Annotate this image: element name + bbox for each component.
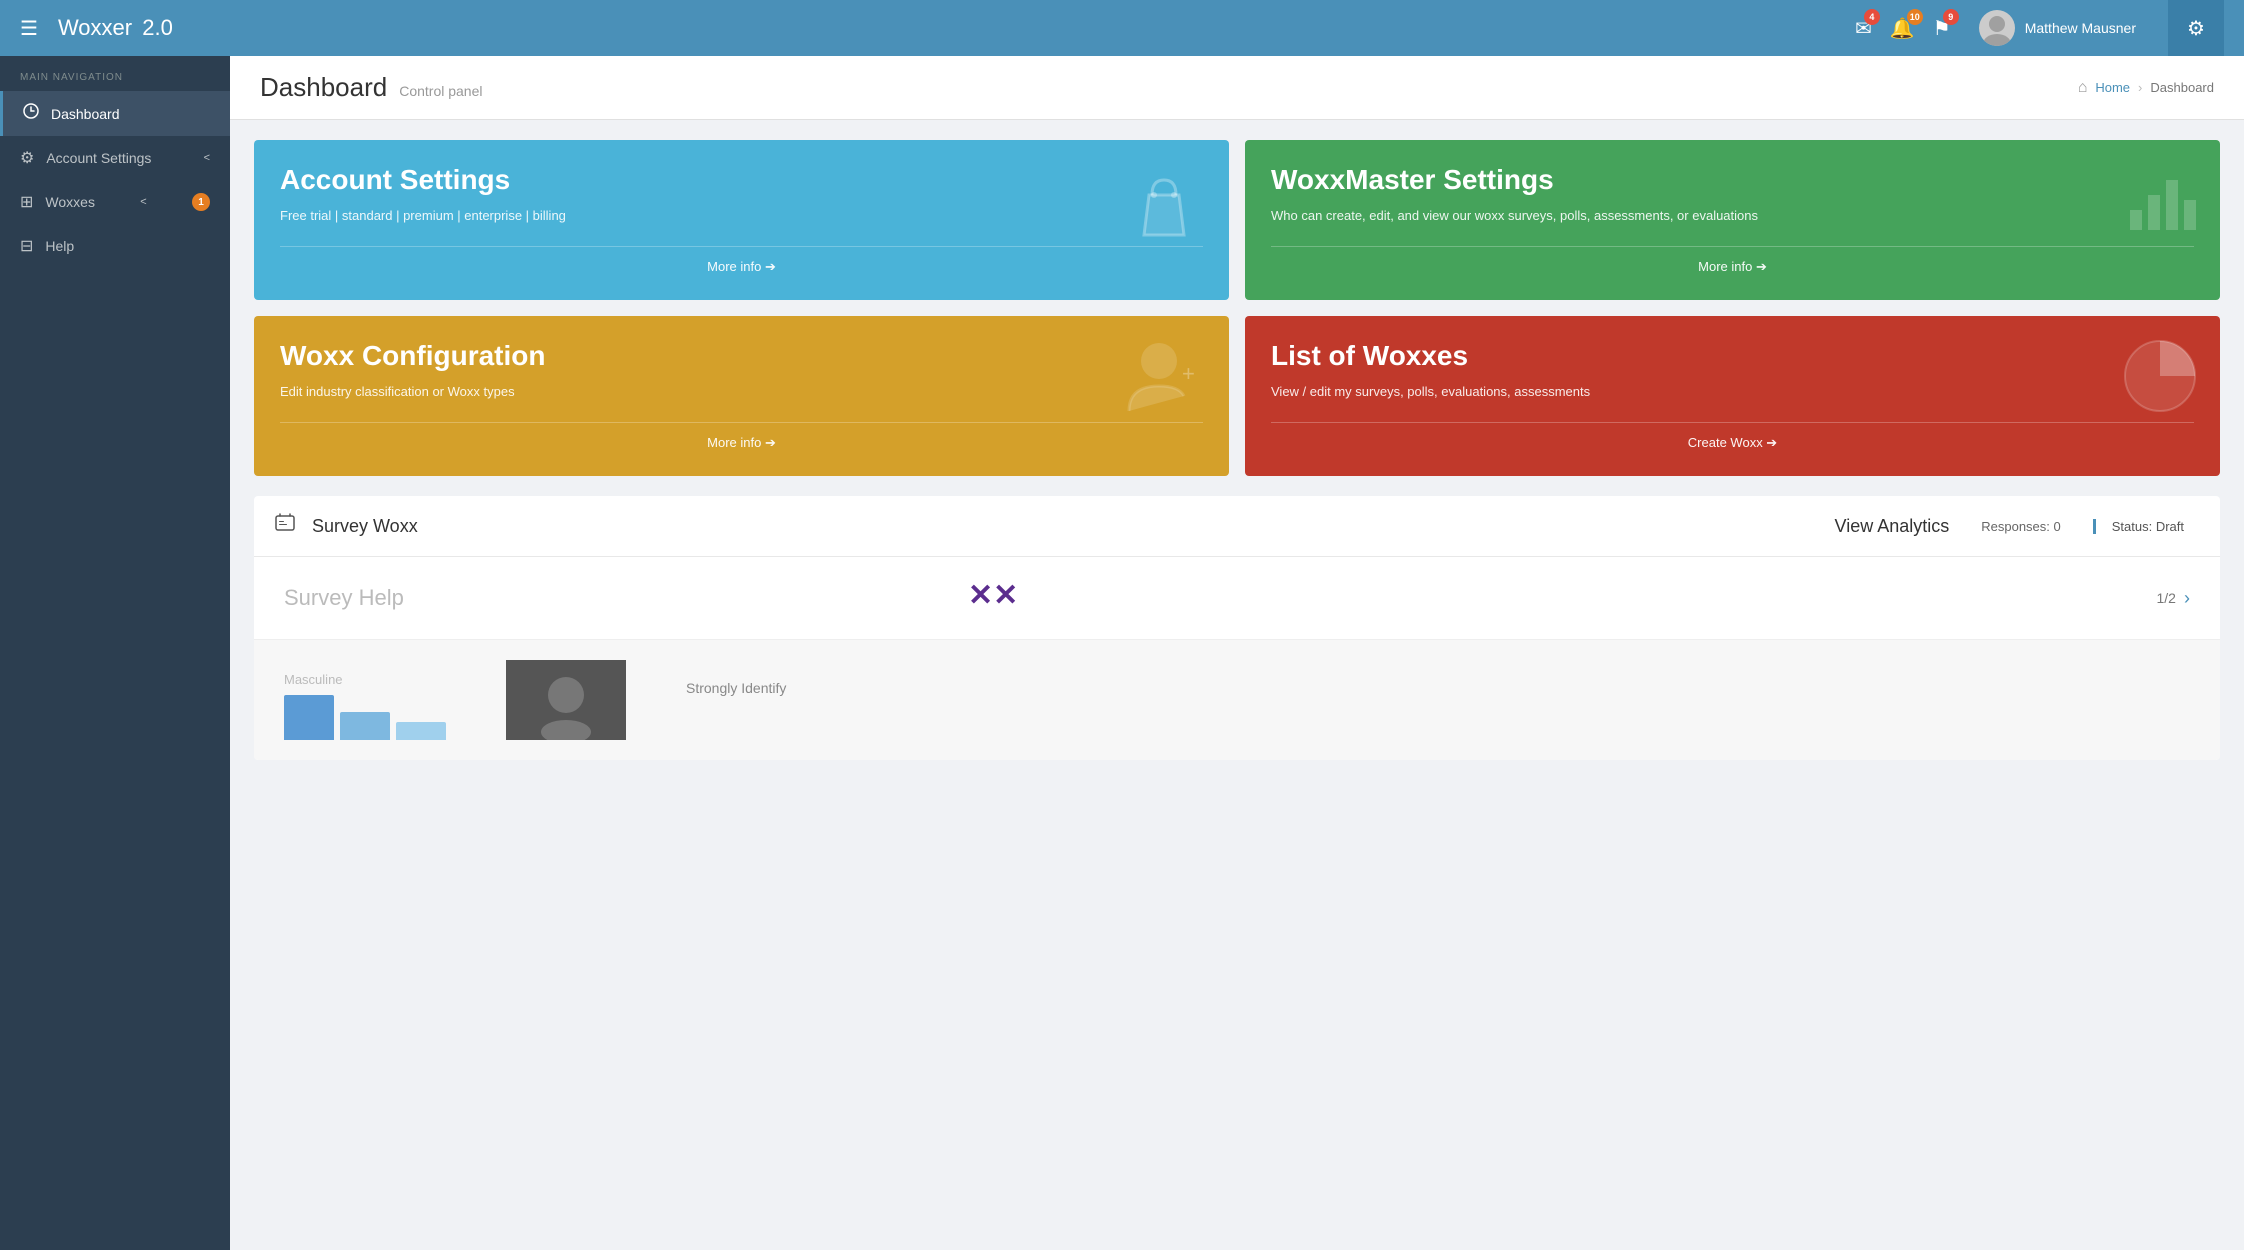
sidebar-label-dashboard: Dashboard — [51, 106, 120, 122]
card-woxx-config-desc: Edit industry classification or Woxx typ… — [280, 382, 880, 402]
card-list-woxxes-title: List of Woxxes — [1271, 340, 2194, 372]
card-woxx-configuration[interactable]: Woxx Configuration Edit industry classif… — [254, 316, 1229, 476]
card-woxxmaster-footer[interactable]: More info ➔ — [1271, 246, 2194, 287]
help-icon: ⊟ — [20, 236, 33, 256]
card-woxxmaster-settings[interactable]: WoxxMaster Settings Who can create, edit… — [1245, 140, 2220, 300]
username: Matthew Mausner — [2025, 20, 2136, 36]
card-woxx-config-footer[interactable]: More info ➔ — [280, 422, 1203, 463]
bar-chart — [284, 695, 446, 740]
svg-text:✕✕: ✕✕ — [968, 579, 1018, 612]
card-woxx-config-title: Woxx Configuration — [280, 340, 1203, 372]
person-icon: + — [1124, 336, 1209, 440]
card-account-settings[interactable]: Account Settings Free trial | standard |… — [254, 140, 1229, 300]
pie-icon — [2120, 336, 2200, 435]
avatar — [1979, 10, 2015, 46]
mail-badge: 4 — [1864, 9, 1880, 25]
card-list-of-woxxes[interactable]: List of Woxxes View / edit my surveys, p… — [1245, 316, 2220, 476]
sidebar-item-woxxes[interactable]: ⊞ Woxxes < 1 — [0, 180, 230, 224]
card-woxxmaster-title: WoxxMaster Settings — [1271, 164, 2194, 196]
bell-badge: 10 — [1907, 9, 1923, 25]
flag-badge: 9 — [1943, 9, 1959, 25]
main-content: Dashboard Control panel ⌂ Home › Dashboa… — [230, 56, 2244, 1250]
page-navigation: 1/2 › — [2157, 588, 2190, 609]
breadcrumb-separator: › — [2138, 80, 2142, 95]
card-list-woxxes-desc: View / edit my surveys, polls, evaluatio… — [1271, 382, 1871, 402]
sidebar-item-dashboard[interactable]: Dashboard — [0, 91, 230, 136]
breadcrumb-current: Dashboard — [2150, 80, 2214, 95]
dashboard-icon — [23, 103, 39, 124]
survey-body: Survey Help ✕✕ 1/2 › Masculine — [254, 557, 2220, 760]
svg-text:+: + — [1182, 361, 1195, 386]
settings-icon: ⚙ — [20, 148, 34, 168]
bar-3 — [396, 722, 446, 740]
breadcrumb: ⌂ Home › Dashboard — [2078, 79, 2214, 97]
survey-header: Survey Woxx View Analytics Responses: 0 … — [254, 496, 2220, 557]
next-page-arrow[interactable]: › — [2184, 588, 2190, 609]
sidebar-section-label: MAIN NAVIGATION — [0, 56, 230, 91]
card-account-settings-title: Account Settings — [280, 164, 1203, 196]
view-analytics-button[interactable]: View Analytics — [1835, 516, 1950, 537]
bar-2 — [340, 712, 390, 740]
app-version: 2.0 — [142, 15, 173, 40]
bar-chart-label: Masculine — [284, 672, 446, 687]
main-header: Dashboard Control panel ⌂ Home › Dashboa… — [230, 56, 2244, 120]
app-name: Woxxer — [58, 15, 132, 40]
user-menu[interactable]: Matthew Mausner — [1979, 10, 2136, 46]
sidebar-label-help: Help — [45, 238, 74, 254]
chevron-icon: < — [204, 152, 210, 164]
woxx-logo: ✕✕ — [968, 577, 1028, 619]
bag-icon — [1119, 160, 1209, 269]
survey-responses: Responses: 0 — [1965, 519, 2077, 534]
grid-icon: ⊞ — [20, 192, 33, 212]
topbar: ☰ Woxxer 2.0 ✉ 4 🔔 10 ⚑ 9 Matthew Mausne… — [0, 0, 2244, 56]
flag-icon-wrap[interactable]: ⚑ 9 — [1933, 16, 1951, 41]
bar-chart-area: Masculine — [284, 672, 446, 740]
card-account-settings-desc: Free trial | standard | premium | enterp… — [280, 206, 880, 226]
woxxes-badge: 1 — [192, 193, 210, 211]
app-logo: Woxxer 2.0 — [58, 15, 173, 41]
survey-content-area: Masculine Stron — [254, 640, 2220, 760]
topbar-icons: ✉ 4 🔔 10 ⚑ 9 Matthew Mausner ⚙ — [1855, 0, 2224, 56]
sidebar-label-account-settings: Account Settings — [46, 150, 151, 166]
sidebar-label-woxxes: Woxxes — [45, 194, 95, 210]
breadcrumb-home[interactable]: Home — [2095, 80, 2130, 95]
strongly-identify-label: Strongly Identify — [686, 660, 786, 696]
survey-image-placeholder — [506, 660, 626, 740]
home-icon: ⌂ — [2078, 79, 2088, 97]
menu-icon[interactable]: ☰ — [20, 16, 38, 41]
woxxes-chevron-icon: < — [140, 196, 146, 208]
sidebar-item-help[interactable]: ⊟ Help — [0, 224, 230, 268]
mail-icon-wrap[interactable]: ✉ 4 — [1855, 16, 1872, 41]
survey-title: Survey Woxx — [312, 516, 1819, 537]
survey-body-header: Survey Help ✕✕ 1/2 › — [254, 557, 2220, 640]
card-list-woxxes-footer[interactable]: Create Woxx ➔ — [1271, 422, 2194, 463]
page-subtitle: Control panel — [399, 83, 482, 99]
page-indicator: 1/2 — [2157, 590, 2176, 606]
survey-status: Status: Draft — [2093, 519, 2200, 534]
bar-1 — [284, 695, 334, 740]
gear-button[interactable]: ⚙ — [2168, 0, 2224, 56]
sidebar-item-account-settings[interactable]: ⚙ Account Settings < — [0, 136, 230, 180]
card-account-settings-footer[interactable]: More info ➔ — [280, 246, 1203, 287]
card-woxxmaster-desc: Who can create, edit, and view our woxx … — [1271, 206, 1871, 226]
page-title: Dashboard — [260, 72, 387, 103]
chart-icon — [2120, 160, 2200, 259]
card-grid: Account Settings Free trial | standard |… — [230, 120, 2244, 496]
survey-help-title: Survey Help — [284, 585, 404, 611]
sidebar: MAIN NAVIGATION Dashboard ⚙ Account Sett… — [0, 56, 230, 1250]
bell-icon-wrap[interactable]: 🔔 10 — [1890, 16, 1915, 41]
main-header-left: Dashboard Control panel — [260, 72, 482, 103]
survey-icon — [274, 512, 296, 540]
survey-section: Survey Woxx View Analytics Responses: 0 … — [254, 496, 2220, 760]
